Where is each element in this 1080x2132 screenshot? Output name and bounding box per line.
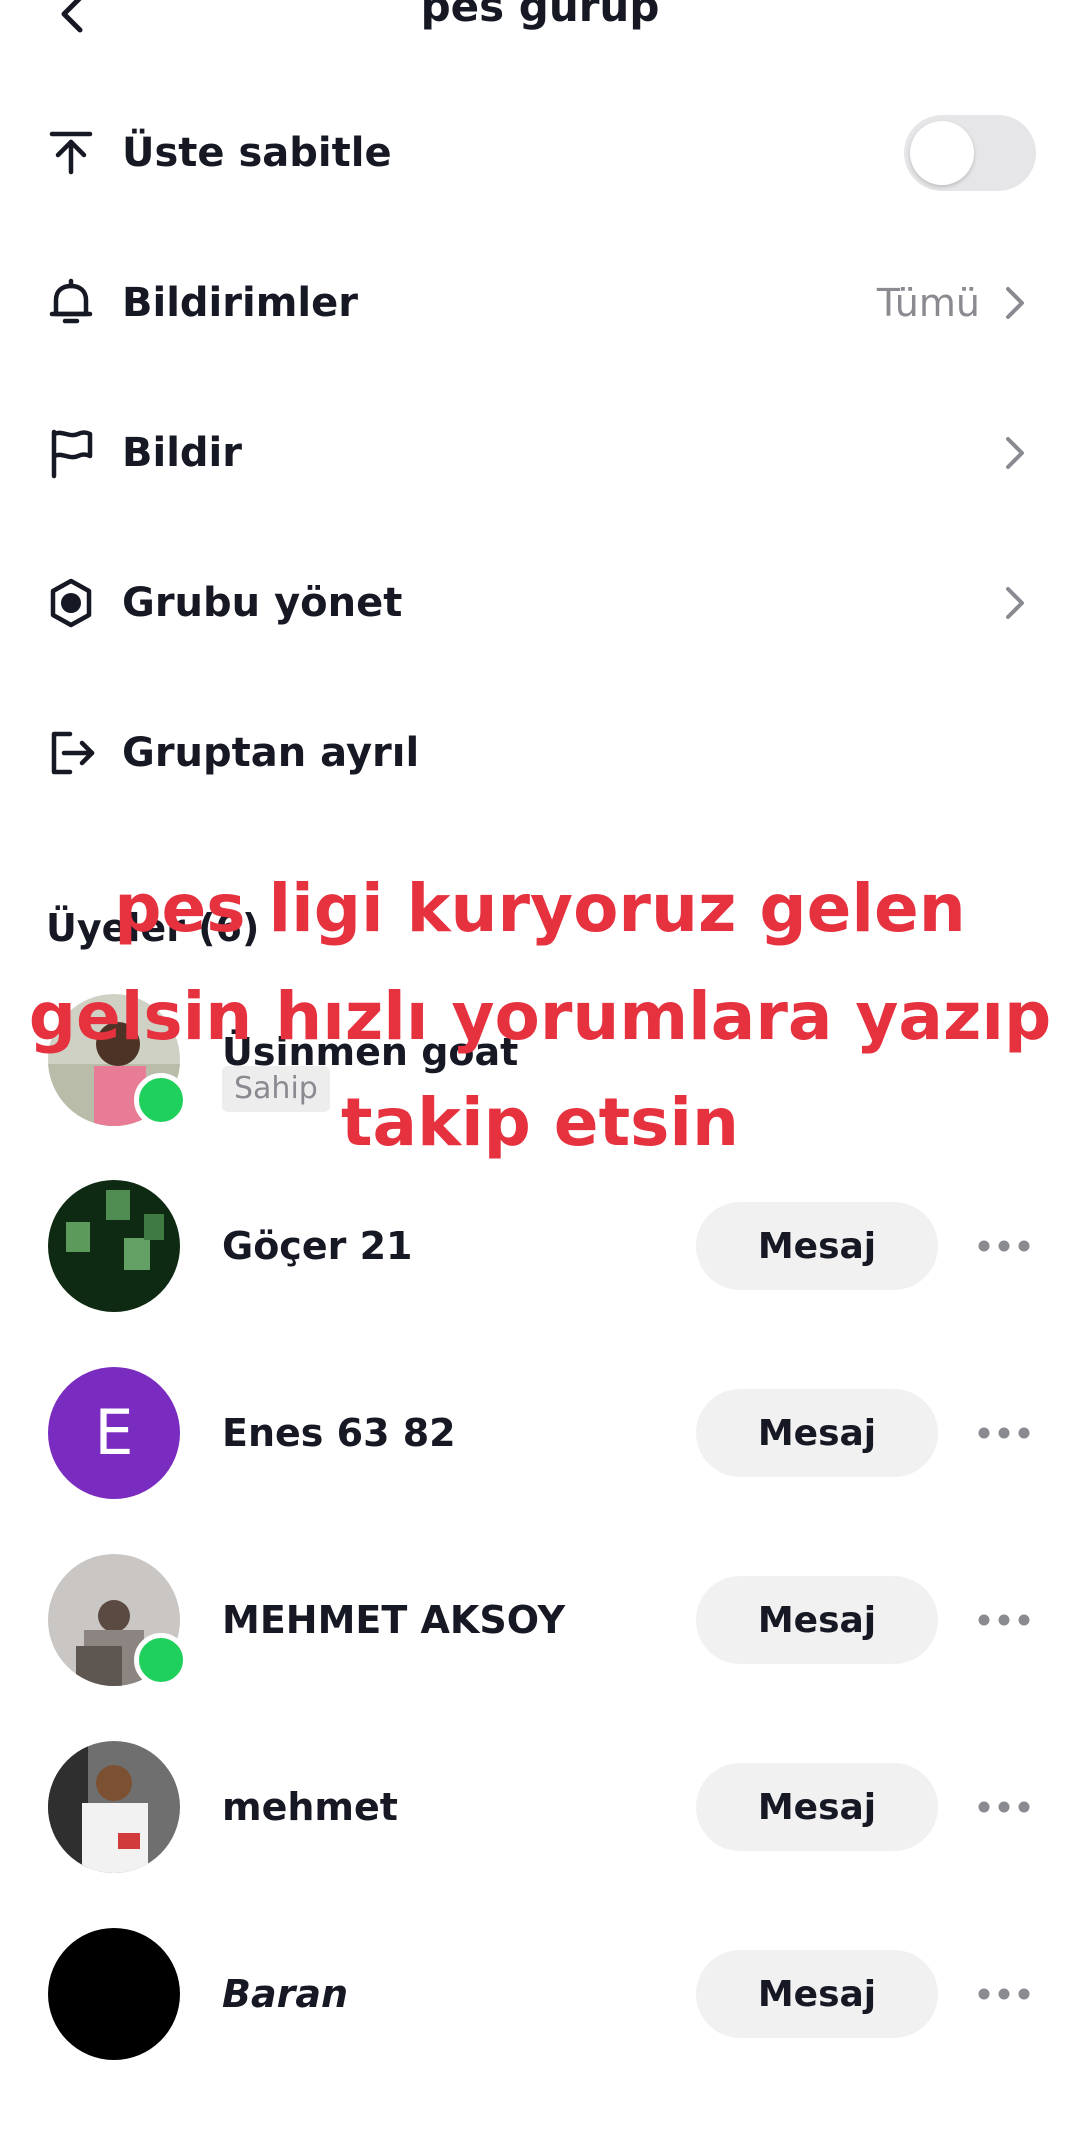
message-button[interactable]: Mesaj — [696, 1389, 938, 1477]
pin-toggle[interactable] — [904, 115, 1036, 191]
caption-line-1: pes ligi kuryoruz gelen — [114, 870, 966, 947]
more-icon[interactable] — [976, 1612, 1032, 1628]
member-row[interactable]: E Enes 63 82 Mesaj — [0, 1363, 1080, 1503]
chevron-right-icon — [1006, 437, 1024, 469]
avatar[interactable] — [48, 1180, 180, 1312]
caption-line-2: gelsin hızlı yorumlara yazıp — [28, 978, 1052, 1055]
member-row[interactable]: Göçer 21 Mesaj — [0, 1176, 1080, 1316]
member-name: MEHMET AKSOY — [222, 1598, 566, 1642]
message-button[interactable]: Mesaj — [696, 1576, 938, 1664]
leave-label: Gruptan ayrıl — [122, 730, 420, 776]
report-label: Bildir — [122, 430, 242, 476]
avatar[interactable] — [48, 1741, 180, 1873]
avatar-initial: E — [94, 1396, 134, 1469]
more-icon[interactable] — [976, 1425, 1032, 1441]
notifications-row[interactable]: Bildirimler Tümü — [0, 228, 1080, 378]
page-title: pes gurup — [420, 0, 660, 31]
member-name: mehmet — [222, 1785, 398, 1829]
gear-icon — [50, 578, 92, 628]
more-icon[interactable] — [976, 1799, 1032, 1815]
chevron-right-icon — [1006, 287, 1024, 319]
exit-icon — [51, 731, 95, 775]
header: pes gurup — [0, 0, 1080, 40]
message-button[interactable]: Mesaj — [696, 1950, 938, 2038]
more-icon[interactable] — [976, 1238, 1032, 1254]
avatar[interactable] — [48, 1928, 180, 2060]
notifications-label: Bildirimler — [122, 280, 358, 326]
manage-label: Grubu yönet — [122, 580, 403, 626]
flag-icon — [51, 429, 93, 479]
pin-label: Üste sabitle — [122, 130, 392, 176]
bell-icon — [49, 278, 93, 324]
chevron-right-icon — [1006, 587, 1024, 619]
pin-row[interactable]: Üste sabitle — [0, 78, 1080, 228]
report-row[interactable]: Bildir — [0, 378, 1080, 528]
pin-top-icon — [49, 131, 93, 175]
message-button[interactable]: Mesaj — [696, 1763, 938, 1851]
leave-row[interactable]: Gruptan ayrıl — [0, 678, 1080, 828]
online-indicator — [134, 1633, 188, 1687]
caption-line-3: takip etsin — [340, 1084, 740, 1161]
toggle-knob — [910, 121, 974, 185]
member-name: Baran — [222, 1972, 349, 2016]
member-name: Enes 63 82 — [222, 1411, 456, 1455]
manage-row[interactable]: Grubu yönet — [0, 528, 1080, 678]
member-row[interactable]: MEHMET AKSOY Mesaj — [0, 1550, 1080, 1690]
member-name: Göçer 21 — [222, 1224, 413, 1268]
avatar[interactable]: E — [48, 1367, 180, 1499]
member-row[interactable]: mehmet Mesaj — [0, 1737, 1080, 1877]
notifications-value: Tümü — [876, 281, 980, 325]
member-row[interactable]: Baran Mesaj — [0, 1924, 1080, 2064]
message-button[interactable]: Mesaj — [696, 1202, 938, 1290]
more-icon[interactable] — [976, 1986, 1032, 2002]
